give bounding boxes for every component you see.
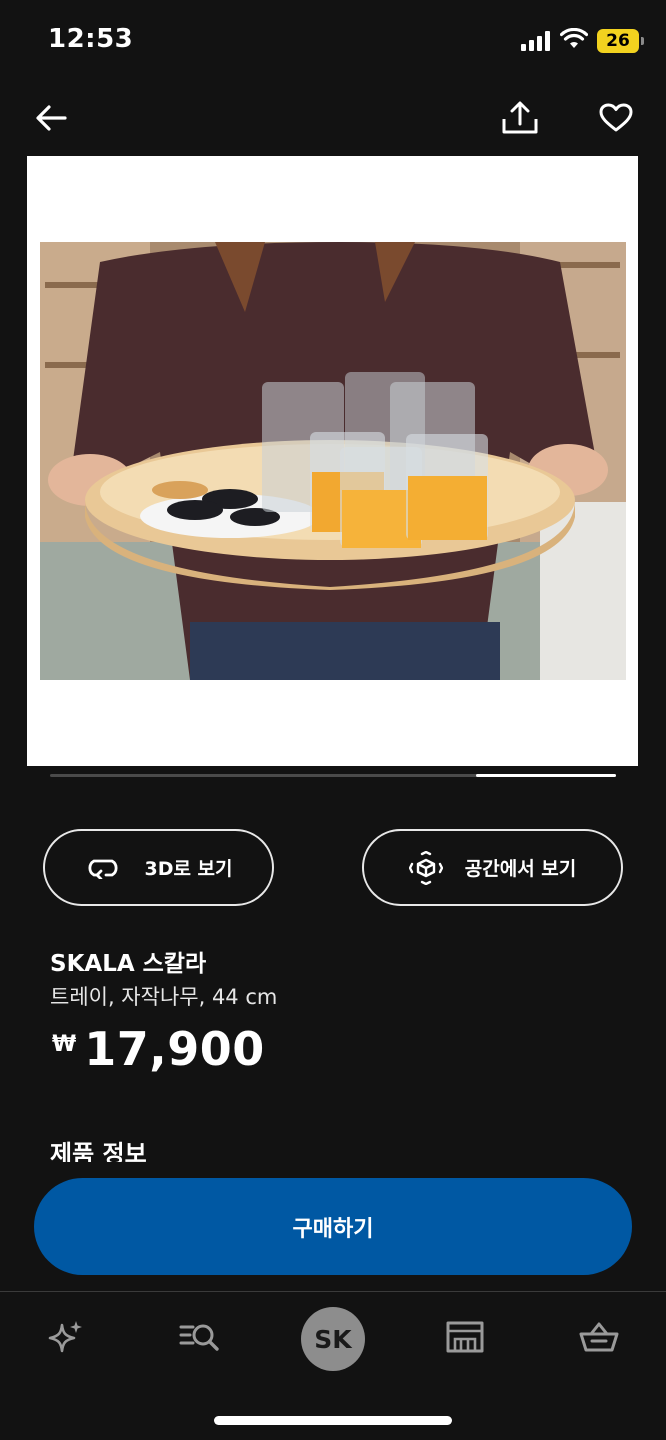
profile-avatar[interactable]: SK: [301, 1307, 365, 1371]
signal-icon: [521, 31, 550, 51]
back-button[interactable]: [30, 98, 72, 138]
search-list-icon: [179, 1324, 219, 1351]
product-image-gallery[interactable]: [27, 156, 638, 766]
view-in-room-label: 공간에서 보기: [464, 858, 577, 880]
product-price: ₩ 17,900: [52, 1022, 265, 1076]
share-icon: [502, 101, 538, 134]
share-button[interactable]: [498, 96, 542, 140]
tab-stores[interactable]: [440, 1312, 490, 1362]
status-bar: 12:53 26: [0, 0, 666, 80]
product-name: SKALA 스칼라: [50, 951, 207, 977]
view-in-room-button[interactable]: 공간에서 보기: [362, 829, 623, 906]
tab-inspiration[interactable]: [41, 1312, 91, 1362]
gallery-scrubber-thumb[interactable]: [476, 774, 616, 777]
buy-button[interactable]: 구매하기: [34, 1178, 632, 1275]
ar-cube-icon: [408, 850, 443, 885]
tab-basket[interactable]: [574, 1312, 624, 1362]
price-value: 17,900: [84, 1022, 265, 1076]
view-3d-label: 3D로 보기: [144, 858, 233, 880]
basket-icon: [579, 1322, 619, 1352]
product-info-heading[interactable]: 제품 정보: [50, 1134, 147, 1162]
view-3d-button[interactable]: 3D로 보기: [43, 829, 274, 906]
home-indicator: [214, 1416, 452, 1425]
product-photo: [40, 242, 626, 680]
battery-icon: 26: [597, 29, 644, 53]
back-arrow-icon: [36, 105, 67, 131]
heart-icon: [599, 103, 633, 132]
sparkle-icon: [48, 1321, 82, 1353]
wifi-icon: [560, 28, 588, 48]
top-nav: [0, 90, 666, 146]
status-time: 12:53: [48, 24, 134, 54]
store-icon: [446, 1321, 484, 1353]
product-description: 트레이, 자작나무, 44 cm: [50, 985, 278, 1009]
tab-search[interactable]: [174, 1312, 224, 1362]
price-currency: ₩: [52, 1032, 77, 1057]
rotate-3d-icon: [88, 859, 118, 879]
favorite-button[interactable]: [594, 96, 638, 140]
